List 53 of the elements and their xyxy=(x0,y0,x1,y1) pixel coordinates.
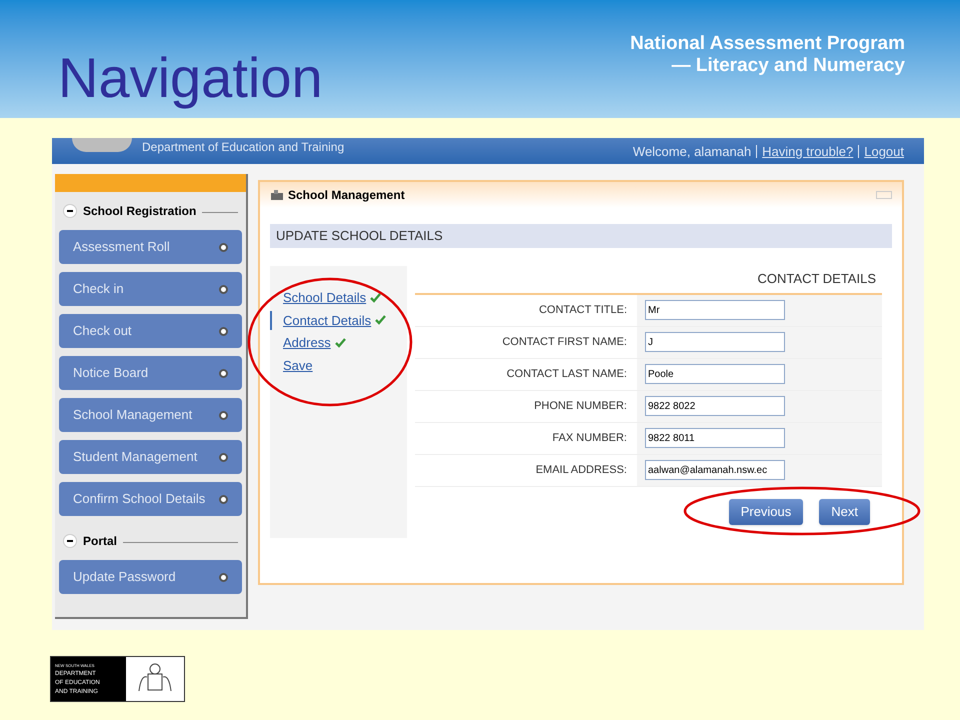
department-name: Department of Education and Training xyxy=(142,139,344,156)
text-field[interactable]: Poole xyxy=(645,364,785,384)
ring-icon xyxy=(219,326,228,336)
sidebar-item[interactable]: Check out xyxy=(59,314,242,348)
nav-button[interactable]: Previous xyxy=(728,498,804,524)
ring-icon xyxy=(219,452,228,462)
collapse-toggle[interactable] xyxy=(63,534,77,548)
text-field[interactable]: aalwan@alamanah.nsw.ec xyxy=(645,460,785,480)
group-title: Portal xyxy=(83,533,118,550)
tools-icon xyxy=(270,189,284,201)
step-link[interactable]: Save xyxy=(283,356,313,375)
sidebar-item[interactable]: Update Password xyxy=(59,560,242,594)
field-label: CONTACT TITLE: xyxy=(538,302,628,318)
ring-icon xyxy=(219,242,228,252)
field-label: EMAIL ADDRESS: xyxy=(534,462,628,478)
sidebar-item[interactable]: Student Management xyxy=(59,440,242,474)
header-link[interactable]: Having trouble? xyxy=(762,142,854,161)
check-icon xyxy=(375,315,386,326)
collapse-toggle[interactable] xyxy=(63,204,77,218)
text-field[interactable]: 9822 8011 xyxy=(645,428,785,448)
sidebar-item[interactable]: Assessment Roll xyxy=(59,230,242,264)
ring-icon xyxy=(219,572,228,582)
sidebar-item[interactable]: School Management xyxy=(59,398,242,432)
check-icon xyxy=(370,292,382,303)
section-title: UPDATE SCHOOL DETAILS xyxy=(270,224,892,248)
step-link[interactable]: School Details xyxy=(283,288,366,308)
header-link[interactable]: Logout xyxy=(864,142,904,161)
text-field[interactable]: J xyxy=(645,332,785,352)
sidebar-item[interactable]: Notice Board xyxy=(59,356,242,390)
ring-icon xyxy=(219,410,228,420)
panel-title: School Management xyxy=(288,187,405,204)
step-link[interactable]: Contact Details xyxy=(283,310,372,330)
group-title: School Registration xyxy=(83,203,196,220)
program-name: — Literacy and Numeracy xyxy=(672,55,905,77)
field-label: CONTACT FIRST NAME: xyxy=(501,334,628,350)
nav-button[interactable]: Next xyxy=(819,498,870,524)
text-field[interactable]: 9822 8022 xyxy=(645,396,785,416)
ring-icon xyxy=(219,284,228,294)
form-heading: CONTACT DETAILS xyxy=(756,270,877,288)
sidebar-item[interactable]: Check in xyxy=(59,272,242,306)
program-name: National Assessment Program xyxy=(630,33,905,55)
minus-icon xyxy=(67,538,73,544)
field-label: FAX NUMBER: xyxy=(551,430,628,446)
minus-icon xyxy=(67,208,73,214)
check-icon xyxy=(334,338,346,348)
step-link[interactable]: Address xyxy=(283,333,331,352)
ring-icon xyxy=(219,494,228,504)
field-label: PHONE NUMBER: xyxy=(533,398,628,414)
sidebar-item[interactable]: Confirm School Details xyxy=(59,482,242,516)
field-label: CONTACT LAST NAME: xyxy=(506,366,628,382)
welcome-text: Welcome, alamanah xyxy=(632,142,752,160)
ring-icon xyxy=(219,368,228,378)
text-field[interactable]: Mr xyxy=(645,300,785,320)
